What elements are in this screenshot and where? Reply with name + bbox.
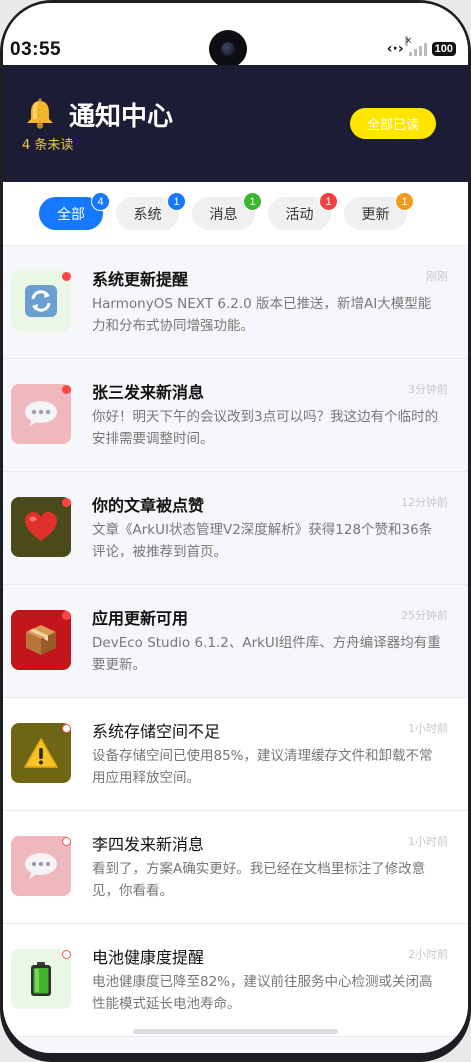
tab-all[interactable]: 全部 4	[39, 192, 110, 230]
tab-label: 更新	[361, 206, 390, 223]
tab-badge: 4	[91, 192, 110, 211]
notification-icon-box	[11, 610, 71, 670]
notification-desc: 电池健康度已降至82%，建议前往服务中心检测或关闭高性能模式延长电池寿命。	[92, 974, 433, 1012]
tab-label: 活动	[285, 206, 314, 223]
notification-desc: 你好！明天下午的会议改到3点可以吗？我这边有个临时的安排需要调整时间。	[92, 409, 439, 447]
unread-dot	[62, 272, 71, 281]
notification-desc: 看到了，方案A确实更好。我已经在文档里标注了修改意见，你看看。	[92, 861, 426, 899]
notification-time: 1小时前	[408, 835, 448, 848]
signal-icon: ×	[404, 36, 427, 56]
unread-count: 4 条未读	[22, 138, 74, 153]
tab-activity[interactable]: 活动 1	[268, 192, 338, 230]
tab-label: 全部	[57, 206, 85, 223]
tab-badge: 1	[243, 192, 262, 211]
notification-item[interactable]: 你的文章被点赞 12分钟前 文章《ArkUI状态管理V2深度解析》获得128个赞…	[3, 472, 468, 585]
unread-dot	[62, 385, 71, 394]
status-icons: ‹·› × 100	[386, 36, 456, 57]
notification-time: 25分钟前	[401, 609, 448, 622]
notification-title: 系统更新提醒	[92, 270, 189, 289]
notification-icon-box	[11, 384, 71, 444]
notification-time: 刚刚	[426, 270, 448, 283]
notification-desc: 文章《ArkUI状态管理V2深度解析》获得128个赞和36条评论，被推荐到首页。	[92, 522, 433, 560]
tab-badge: 1	[167, 192, 186, 211]
notification-item[interactable]: 应用更新可用 25分钟前 DevEco Studio 6.1.2、ArkUI组件…	[3, 585, 468, 698]
tab-badge: 1	[319, 192, 338, 211]
notification-title: 你的文章被点赞	[92, 496, 205, 515]
tab-system[interactable]: 系统 1	[116, 192, 186, 230]
screen: 03:55 ‹·› × 100 通知中心 4 条未读 全部已读 全部 4 系统 …	[3, 3, 468, 1053]
read-dot	[62, 724, 71, 733]
tab-label: 消息	[209, 206, 238, 223]
battery-indicator: 100	[431, 42, 456, 56]
notification-title: 应用更新可用	[92, 609, 189, 628]
notification-item[interactable]: 李四发来新消息 1小时前 看到了，方案A确实更好。我已经在文档里标注了修改意见，…	[3, 811, 468, 924]
notification-item[interactable]: 系统更新提醒 刚刚 HarmonyOS NEXT 6.2.0 版本已推送，新增A…	[3, 246, 468, 359]
battery-icon	[31, 962, 51, 996]
notification-time: 12分钟前	[401, 496, 448, 509]
filter-tabs: 全部 4 系统 1 消息 1 活动 1 更新 1	[3, 182, 468, 246]
notification-time: 3分钟前	[408, 383, 448, 396]
camera-cutout	[209, 30, 247, 68]
header: 通知中心 4 条未读 全部已读	[3, 65, 468, 182]
sync-icon	[25, 285, 57, 317]
notification-title: 电池健康度提醒	[92, 948, 205, 967]
package-icon	[26, 625, 56, 655]
no-signal-icon: ×	[404, 36, 413, 46]
read-dot	[62, 837, 71, 846]
notification-item[interactable]: 电池健康度提醒 2小时前 电池健康度已降至82%，建议前往服务中心检测或关闭高性…	[3, 924, 468, 1037]
warning-icon	[24, 738, 58, 768]
notification-title: 张三发来新消息	[92, 383, 205, 402]
heart-icon	[25, 512, 57, 541]
notification-icon-box	[11, 836, 71, 896]
notification-desc: HarmonyOS NEXT 6.2.0 版本已推送，新增AI大模型能力和分布式…	[92, 296, 432, 334]
notification-title: 系统存储空间不足	[92, 722, 221, 741]
network-arrows-icon: ‹·›	[386, 41, 404, 57]
tab-messages[interactable]: 消息 1	[192, 192, 262, 230]
notification-desc: 设备存储空间已使用85%，建议清理缓存文件和卸载不常用应用释放空间。	[92, 748, 433, 786]
tab-updates[interactable]: 更新 1	[344, 192, 414, 230]
tab-label: 系统	[133, 206, 162, 223]
notification-item[interactable]: 系统存储空间不足 1小时前 设备存储空间已使用85%，建议清理缓存文件和卸载不常…	[3, 698, 468, 811]
read-dot	[62, 950, 71, 959]
notification-title: 李四发来新消息	[92, 835, 205, 854]
notification-icon-box	[11, 271, 71, 331]
notification-icon-box	[11, 949, 71, 1009]
page-title: 通知中心	[69, 102, 174, 132]
notification-time: 2小时前	[408, 948, 448, 961]
notification-icon-box	[11, 497, 71, 557]
chat-bubble-icon	[25, 401, 57, 427]
notification-desc: DevEco Studio 6.1.2、ArkUI组件库、方舟编译器均有重要更新…	[92, 635, 441, 673]
notification-icon-box	[11, 723, 71, 783]
unread-dot	[62, 611, 71, 620]
device-frame: 03:55 ‹·› × 100 通知中心 4 条未读 全部已读 全部 4 系统 …	[0, 0, 471, 1062]
tab-badge: 1	[395, 192, 414, 211]
notification-list: 系统更新提醒 刚刚 HarmonyOS NEXT 6.2.0 版本已推送，新增A…	[3, 246, 468, 1037]
unread-dot	[62, 498, 71, 507]
chat-bubble-icon	[25, 853, 57, 879]
status-bar: 03:55 ‹·› × 100	[3, 3, 468, 68]
mark-all-read-button[interactable]: 全部已读	[350, 108, 436, 139]
notification-time: 1小时前	[408, 722, 448, 735]
status-time: 03:55	[10, 39, 62, 60]
home-indicator[interactable]	[133, 1029, 338, 1034]
bell-icon	[27, 98, 53, 129]
notification-item[interactable]: 张三发来新消息 3分钟前 你好！明天下午的会议改到3点可以吗？我这边有个临时的安…	[3, 359, 468, 472]
